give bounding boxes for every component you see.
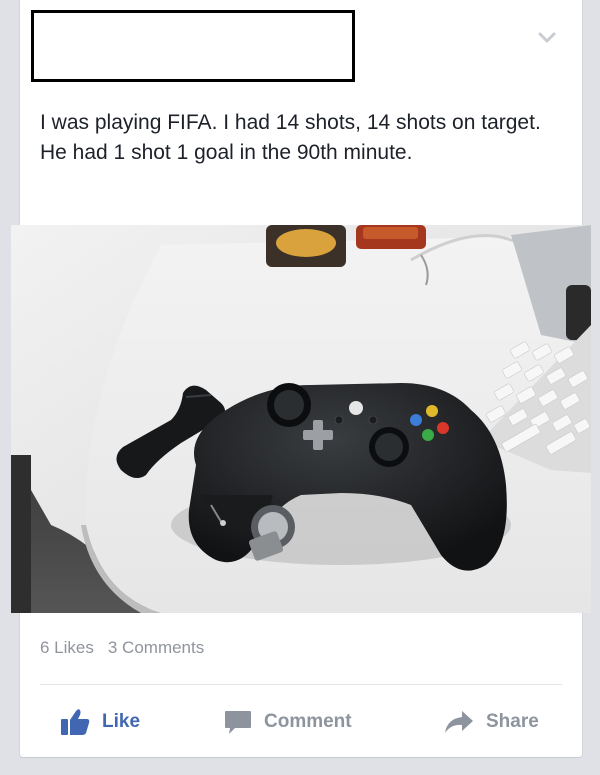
share-button[interactable]: Share	[444, 700, 539, 744]
share-arrow-icon	[445, 711, 473, 733]
comments-count[interactable]: 3 Comments	[108, 638, 204, 657]
like-label: Like	[102, 711, 141, 732]
comment-bubble-icon	[225, 711, 251, 734]
divider	[40, 684, 562, 685]
redacted-author-box	[31, 10, 355, 82]
post-card: I was playing FIFA. I had 14 shots, 14 s…	[11, 0, 591, 758]
like-button[interactable]: Like	[60, 700, 140, 744]
likes-count[interactable]: 6 Likes	[40, 638, 94, 657]
share-label: Share	[486, 711, 539, 732]
comment-label: Comment	[264, 711, 352, 732]
post-stats: 6 Likes 3 Comments	[40, 638, 204, 658]
chevron-down-icon[interactable]	[536, 26, 558, 48]
action-bar: Like Comment Share	[20, 700, 582, 744]
comment-button[interactable]: Comment	[224, 700, 352, 744]
post-text: I was playing FIFA. I had 14 shots, 14 s…	[40, 111, 541, 164]
thumbs-up-icon	[61, 709, 90, 735]
post-photo[interactable]	[11, 225, 591, 613]
